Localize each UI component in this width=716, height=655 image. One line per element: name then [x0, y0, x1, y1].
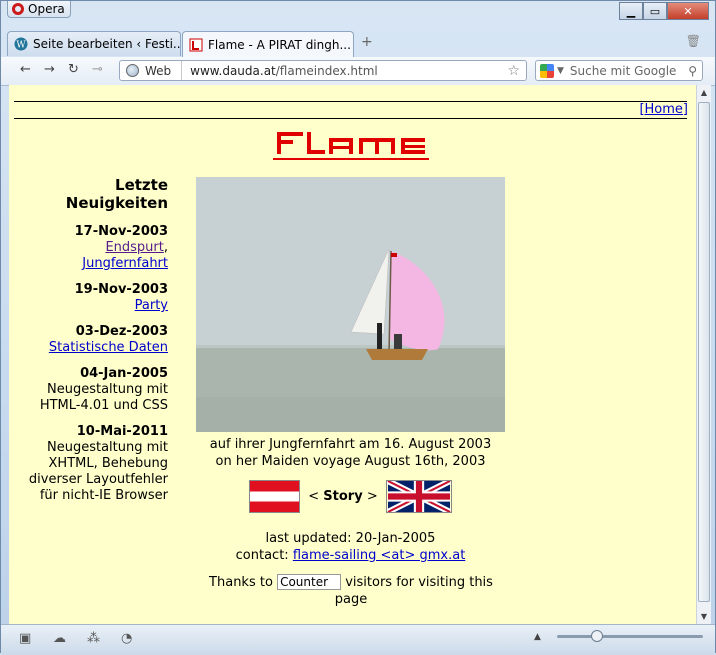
- web-badge[interactable]: Web: [120, 61, 183, 80]
- news-text: HTML-4.01 und CSS: [39, 398, 168, 413]
- google-logo-icon: [540, 63, 554, 78]
- trash-icon[interactable]: 🗑: [686, 34, 701, 48]
- photo-caption: auf ihrer Jungfernfahrt am 16. August 20…: [209, 437, 492, 469]
- tab-flame[interactable]: Flame - A PIRAT dingh... ✕: [182, 31, 354, 57]
- close-icon: ✕: [683, 4, 693, 18]
- news-date: 04-Jan-2005: [80, 366, 168, 381]
- story-nav: < Story >: [176, 480, 525, 513]
- browser-window: Opera ▁ ▭ ✕ W Seite bearbeiten ‹ Festi..…: [0, 0, 716, 655]
- page-viewport: [Home] Letzte Neuigkeiten 17-Nov-2003 End…: [9, 85, 696, 624]
- news-text: XHTML, Behebung: [48, 456, 168, 471]
- reload-icon[interactable]: ↻: [68, 62, 79, 77]
- news-date: 19-Nov-2003: [74, 282, 168, 297]
- maximize-icon: ▭: [649, 4, 661, 18]
- news-date: 17-Nov-2003: [74, 224, 168, 239]
- list-item: 04-Jan-2005 Neugestaltung mit HTML-4.01 …: [9, 366, 168, 414]
- unite-icon[interactable]: ⁂: [87, 631, 100, 646]
- search-icon[interactable]: ⚲: [688, 64, 697, 78]
- search-placeholder: Suche mit Google: [569, 63, 677, 78]
- news-text: Neugestaltung mit: [47, 382, 168, 397]
- new-tab-plus-icon[interactable]: +: [361, 34, 373, 50]
- chevron-down-icon[interactable]: ▼: [557, 66, 564, 76]
- zoom-slider-thumb[interactable]: [591, 630, 603, 642]
- minimize-button[interactable]: ▁: [619, 2, 643, 20]
- flame-favicon-icon: [189, 38, 203, 51]
- list-item: 10-Mai-2011 Neugestaltung mit XHTML, Beh…: [9, 424, 168, 504]
- zoom-dropdown-icon[interactable]: ▲: [534, 632, 541, 642]
- list-item: 19-Nov-2003 Party: [9, 282, 168, 314]
- globe-icon: [126, 64, 139, 77]
- close-window-button[interactable]: ✕: [667, 2, 709, 20]
- minimize-icon: ▁: [626, 4, 636, 18]
- back-arrow-icon[interactable]: ←: [20, 62, 31, 77]
- news-text: für nicht-IE Browser: [39, 488, 168, 503]
- cloud-icon[interactable]: ☁: [53, 631, 66, 646]
- link-statistische-daten[interactable]: Statistische Daten: [49, 340, 168, 355]
- url-text: www.dauda.at/flameindex.html: [190, 63, 378, 78]
- status-bar: ▣ ☁ ⁂ ◔ ▲: [1, 624, 715, 655]
- uk-flag-icon[interactable]: [385, 480, 452, 513]
- news-date: 03-Dez-2003: [75, 324, 168, 339]
- opera-logo-icon: [12, 3, 24, 15]
- story-label: < Story >: [308, 489, 378, 504]
- opera-menu-button[interactable]: Opera: [7, 1, 71, 18]
- svg-text:W: W: [16, 41, 26, 51]
- update-info: last updated: 20-Jan-2005 contact: flame…: [176, 530, 525, 564]
- wordpress-favicon-icon: W: [14, 37, 28, 51]
- search-field[interactable]: ▼ Suche mit Google ⚲: [535, 60, 703, 81]
- panel-toggle-icon[interactable]: ▣: [19, 631, 31, 646]
- link-endspurt[interactable]: Endspurt: [105, 240, 163, 255]
- tab-seite-bearbeiten[interactable]: W Seite bearbeiten ‹ Festi... ✕: [7, 31, 181, 56]
- sailboat-photo: [196, 177, 505, 432]
- address-bar[interactable]: Web www.dauda.at/flameindex.html ☆: [119, 60, 527, 81]
- tab-title: Flame - A PIRAT dingh...: [208, 37, 351, 52]
- link-jungfernfahrt[interactable]: Jungfernfahrt: [82, 256, 168, 271]
- news-text: diverser Layoutfehler: [28, 472, 168, 487]
- home-link[interactable]: [Home]: [639, 102, 688, 117]
- contact-email-link[interactable]: flame-sailing <at> gmx.at: [293, 548, 466, 563]
- tab-bar: W Seite bearbeiten ‹ Festi... ✕ Flame - …: [1, 29, 715, 57]
- last-updated: last updated: 20-Jan-2005: [265, 531, 436, 546]
- zoom-slider[interactable]: [557, 635, 703, 638]
- tab-close-icon[interactable]: ✕: [351, 38, 353, 52]
- news-date: 10-Mai-2011: [76, 424, 168, 439]
- turbo-gauge-icon[interactable]: ◔: [121, 631, 132, 646]
- forward-arrow-icon[interactable]: →: [44, 62, 55, 77]
- list-item: 17-Nov-2003 Endspurt, Jungfernfahrt: [9, 224, 168, 272]
- scrollbar-thumb[interactable]: [698, 102, 710, 602]
- visitor-counter-text: Thanks to Counter visitors for visiting …: [209, 574, 493, 607]
- news-text: Neugestaltung mit: [47, 440, 168, 455]
- top-rule: [14, 101, 687, 102]
- second-rule: [14, 118, 687, 119]
- contact-line: contact: flame-sailing <at> gmx.at: [235, 548, 466, 563]
- opera-menu-label: Opera: [28, 2, 65, 16]
- title-bar: Opera ▁ ▭ ✕: [1, 1, 715, 23]
- link-party[interactable]: Party: [135, 298, 168, 313]
- vertical-scrollbar[interactable]: ▲ ▼: [696, 85, 711, 624]
- key-icon[interactable]: ⊸: [92, 62, 103, 77]
- scroll-up-icon[interactable]: ▲: [697, 85, 711, 100]
- counter-image: Counter: [277, 574, 342, 590]
- list-item: 03-Dez-2003 Statistische Daten: [9, 324, 168, 356]
- scroll-down-icon[interactable]: ▼: [697, 609, 711, 624]
- news-column-german: Letzte Neuigkeiten 17-Nov-2003 Endspurt, …: [9, 176, 168, 514]
- tab-title: Seite bearbeiten ‹ Festi...: [33, 37, 181, 51]
- bookmark-star-icon[interactable]: ☆: [507, 63, 520, 79]
- web-badge-label: Web: [145, 63, 172, 78]
- heading-letzte-neuigkeiten: Letzte Neuigkeiten: [65, 176, 168, 212]
- maximize-button[interactable]: ▭: [643, 2, 667, 20]
- flame-logo: [273, 132, 429, 160]
- austria-flag-icon[interactable]: [249, 480, 301, 513]
